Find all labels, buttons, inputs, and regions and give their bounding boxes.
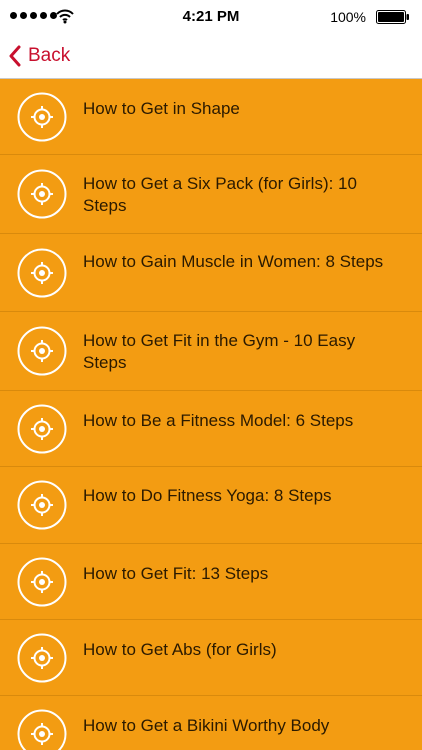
status-bar: 4:21 PM 100%: [0, 0, 422, 34]
list-item-label: How to Get a Bikini Worthy Body: [83, 716, 330, 735]
target-icon: [17, 709, 67, 750]
list-item-label: How to Do Fitness Yoga: 8 Steps: [83, 486, 332, 505]
list-item[interactable]: How to Do Fitness Yoga: 8 Steps: [0, 467, 422, 544]
target-icon: [17, 557, 67, 607]
app-screen: 4:21 PM 100% Back How to Get in Shape Ho…: [0, 0, 422, 750]
battery-percent: 100%: [330, 9, 366, 25]
target-icon: [17, 480, 67, 530]
back-button[interactable]: Back: [8, 42, 70, 70]
list-item[interactable]: How to Get Fit: 13 Steps: [0, 544, 422, 620]
target-icon: [17, 92, 67, 142]
list-item-label: How to Get a Six Pack (for Girls): 10 St…: [83, 174, 357, 215]
list-item-label: How to Get Fit in the Gym - 10 Easy Step…: [83, 331, 356, 372]
battery-icon: [376, 10, 409, 24]
list-item[interactable]: How to Get Fit in the Gym - 10 Easy Step…: [0, 312, 422, 391]
list-item[interactable]: How to Get a Bikini Worthy Body: [0, 696, 422, 750]
target-icon: [17, 633, 67, 683]
list-item[interactable]: How to Gain Muscle in Women: 8 Steps: [0, 234, 422, 312]
list-item[interactable]: How to Be a Fitness Model: 6 Steps: [0, 391, 422, 467]
list-item-label: How to Get in Shape: [83, 99, 240, 118]
chevron-left-icon: [9, 45, 21, 67]
navigation-bar: Back: [0, 34, 422, 79]
target-icon: [17, 404, 67, 454]
target-icon: [17, 169, 67, 219]
list-item-label: How to Get Abs (for Girls): [83, 640, 277, 659]
list-item[interactable]: How to Get Abs (for Girls): [0, 620, 422, 696]
list-item[interactable]: How to Get in Shape: [0, 79, 422, 155]
target-icon: [17, 326, 67, 376]
list-item-label: How to Get Fit: 13 Steps: [83, 564, 269, 583]
list-item-label: How to Gain Muscle in Women: 8 Steps: [83, 252, 384, 271]
list-item-label: How to Be a Fitness Model: 6 Steps: [83, 411, 354, 430]
article-list: How to Get in Shape How to Get a Six Pac…: [0, 79, 422, 750]
back-label: Back: [28, 45, 71, 66]
list-item[interactable]: How to Get a Six Pack (for Girls): 10 St…: [0, 155, 422, 234]
target-icon: [17, 248, 67, 298]
